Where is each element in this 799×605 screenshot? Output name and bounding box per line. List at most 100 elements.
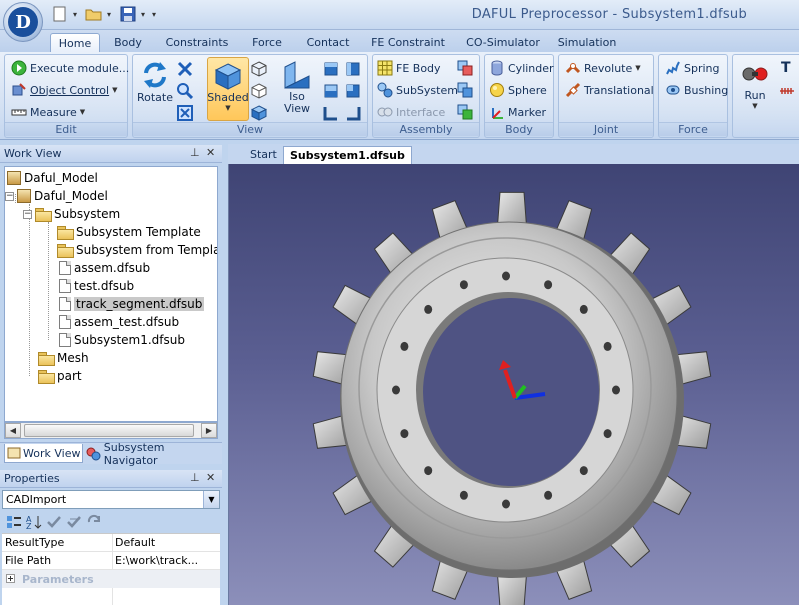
refresh-icon[interactable]	[86, 514, 102, 530]
close-icon[interactable]: ✕	[206, 471, 215, 484]
assembly-tool-3-button[interactable]	[457, 102, 473, 122]
object-selector-dropdown[interactable]: CADImport ▼	[2, 490, 220, 509]
zoom-window-button[interactable]	[177, 103, 193, 123]
view-left-button[interactable]	[323, 81, 339, 101]
view-bottom-button[interactable]	[323, 103, 339, 123]
new-file-icon[interactable]	[50, 5, 70, 23]
property-row[interactable]: File Path E:\work\track...	[2, 552, 220, 570]
sort-alphabetical-icon[interactable]: AZ	[26, 514, 42, 530]
simulation-tool-button[interactable]	[779, 81, 795, 101]
tab-subsystem-navigator[interactable]: Subsystem Navigator	[84, 441, 222, 467]
collapse-icon[interactable]: −	[23, 209, 32, 219]
tree-item[interactable]: assem.dfsub	[59, 259, 150, 277]
categorized-icon[interactable]	[6, 514, 22, 530]
property-row[interactable]: ResultType Default	[2, 534, 220, 552]
shaded-button[interactable]: Shaded ▼	[207, 57, 249, 121]
chevron-down-icon[interactable]: ▼	[203, 491, 219, 508]
object-control-button[interactable]: Object Control ▼	[11, 80, 117, 100]
new-file-dropdown-icon[interactable]: ▾	[73, 5, 81, 23]
view-front-button[interactable]	[323, 59, 339, 79]
view-top-button[interactable]	[345, 59, 361, 79]
measure-button[interactable]: Measure ▼	[11, 102, 85, 122]
execute-module-button[interactable]: Execute module...	[11, 58, 129, 78]
revolute-button[interactable]: Revolute ▼	[565, 58, 641, 78]
property-value[interactable]: E:\work\track...	[115, 554, 219, 567]
tree-item[interactable]: Subsystem1.dfsub	[59, 331, 185, 349]
check-all-icon[interactable]	[66, 514, 82, 530]
open-folder-icon[interactable]	[84, 5, 104, 23]
text-tool-button[interactable]: T	[781, 58, 791, 78]
3d-viewport[interactable]	[228, 164, 799, 605]
scroll-left-icon[interactable]: ◀	[5, 423, 21, 438]
tab-work-view[interactable]: Work View	[4, 444, 84, 463]
assembly-tool-1-button[interactable]	[457, 58, 473, 78]
tab-contact[interactable]: Contact	[302, 33, 354, 53]
fit-button[interactable]	[177, 59, 193, 79]
tab-subsystem1[interactable]: Subsystem1.dfsub	[283, 146, 412, 164]
view-right-button[interactable]	[345, 81, 361, 101]
wireframe-button[interactable]	[251, 59, 267, 79]
tree-item[interactable]: test.dfsub	[59, 277, 134, 295]
rotate-button[interactable]: Rotate	[135, 59, 175, 104]
tree-item[interactable]: Subsystem Template	[57, 223, 201, 241]
iso-view-label-line2: View	[283, 102, 311, 115]
expand-icon[interactable]	[6, 573, 15, 586]
wireframe-cube-icon	[251, 61, 267, 77]
tab-simulation[interactable]: Simulation	[556, 33, 618, 53]
assembly-tool-2-button[interactable]	[457, 80, 473, 100]
save-dropdown-icon[interactable]: ▾	[141, 5, 149, 23]
hidden-line-button[interactable]	[251, 81, 267, 101]
bolt-hole	[424, 304, 433, 314]
tab-co-simulator[interactable]: CO-Simulator	[464, 33, 542, 53]
property-category[interactable]: Parameters	[2, 570, 220, 588]
shaded-edges-button[interactable]	[251, 103, 267, 123]
tree-mesh[interactable]: Mesh	[38, 349, 89, 367]
tree-model[interactable]: − Daful_Model	[5, 187, 108, 205]
run-button[interactable]: Run ▼	[737, 59, 773, 110]
object-selector-value: CADImport	[6, 493, 67, 506]
translational-button[interactable]: Translational	[565, 80, 654, 100]
group-edit: Execute module... Object Control ▼ Measu…	[4, 54, 129, 138]
tree-part[interactable]: part	[38, 367, 82, 385]
cylinder-button[interactable]: Cylinder	[489, 58, 554, 78]
property-value[interactable]: Default	[115, 536, 219, 549]
marker-button[interactable]: Marker	[489, 102, 546, 122]
tab-force[interactable]: Force	[246, 33, 288, 53]
tab-body[interactable]: Body	[108, 33, 148, 53]
save-icon[interactable]	[118, 5, 138, 23]
bushing-button[interactable]: Bushing	[665, 80, 728, 100]
scrollbar-thumb[interactable]	[24, 424, 194, 437]
object-control-icon	[12, 83, 26, 96]
sphere-button[interactable]: Sphere	[489, 80, 547, 100]
tab-home[interactable]: Home	[50, 33, 100, 53]
sphere-icon	[490, 83, 504, 97]
fe-body-button[interactable]: FE Body	[377, 58, 441, 78]
tree-horizontal-scrollbar[interactable]: ◀ ▶	[4, 422, 218, 439]
check-icon[interactable]	[46, 514, 62, 530]
customize-qat-icon[interactable]: ▾	[152, 5, 160, 23]
sprocket-model[interactable]	[229, 164, 799, 605]
interface-button[interactable]: Interface	[377, 102, 445, 122]
scroll-right-icon[interactable]: ▶	[201, 423, 217, 438]
pin-icon[interactable]: ⊥	[190, 471, 200, 484]
tab-start[interactable]: Start	[244, 146, 283, 164]
open-dropdown-icon[interactable]: ▾	[107, 5, 115, 23]
application-menu-button[interactable]: D	[3, 2, 43, 42]
tree-item[interactable]: Subsystem from Template	[57, 241, 217, 259]
spring-button[interactable]: Spring	[665, 58, 720, 78]
zoom-button[interactable]	[177, 81, 193, 101]
tree-subsystem[interactable]: − Subsystem	[23, 205, 120, 223]
collapse-icon[interactable]: −	[5, 191, 14, 201]
tab-constraints[interactable]: Constraints	[163, 33, 231, 53]
tree-item[interactable]: assem_test.dfsub	[59, 313, 179, 331]
view-back-button[interactable]	[345, 103, 361, 123]
tree-item-selected[interactable]: track_segment.dfsub	[59, 295, 205, 313]
property-key: File Path	[5, 554, 52, 567]
close-icon[interactable]: ✕	[206, 146, 215, 159]
pin-icon[interactable]: ⊥	[190, 146, 200, 159]
tree-root[interactable]: Daful_Model	[7, 169, 98, 187]
tree-item-label: Subsystem1.dfsub	[74, 333, 185, 347]
subsystem-button[interactable]: SubSystem	[377, 80, 458, 100]
iso-view-button[interactable]: Iso View	[277, 59, 317, 115]
tab-fe-constraint[interactable]: FE Constraint	[368, 33, 448, 53]
